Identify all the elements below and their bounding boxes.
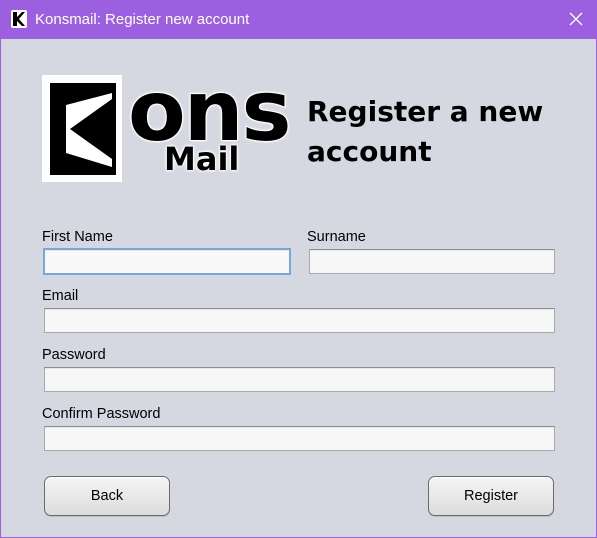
email-label: Email: [42, 288, 79, 304]
logo-text-mail: Mail: [164, 140, 240, 178]
password-input[interactable]: [44, 367, 555, 392]
title-bar: Konsmail: Register new account: [0, 0, 597, 39]
surname-input[interactable]: [309, 249, 555, 274]
first-name-label: First Name: [42, 229, 113, 245]
register-button[interactable]: Register: [428, 476, 554, 516]
surname-label: Surname: [307, 229, 366, 245]
konsmail-app-icon: [11, 10, 27, 28]
close-icon: [569, 12, 583, 26]
konsmail-k-logo-icon: [42, 75, 122, 182]
back-button[interactable]: Back: [44, 476, 170, 516]
confirm-password-input[interactable]: [44, 426, 555, 451]
email-input[interactable]: [44, 308, 555, 333]
konsmail-logo: ons Mail: [42, 62, 293, 182]
confirm-password-label: Confirm Password: [42, 406, 161, 422]
window-title: Konsmail: Register new account: [35, 11, 250, 28]
password-label: Password: [42, 347, 106, 363]
page-title: Register a new account: [307, 95, 544, 168]
close-button[interactable]: [565, 10, 587, 30]
first-name-input[interactable]: [43, 248, 291, 275]
